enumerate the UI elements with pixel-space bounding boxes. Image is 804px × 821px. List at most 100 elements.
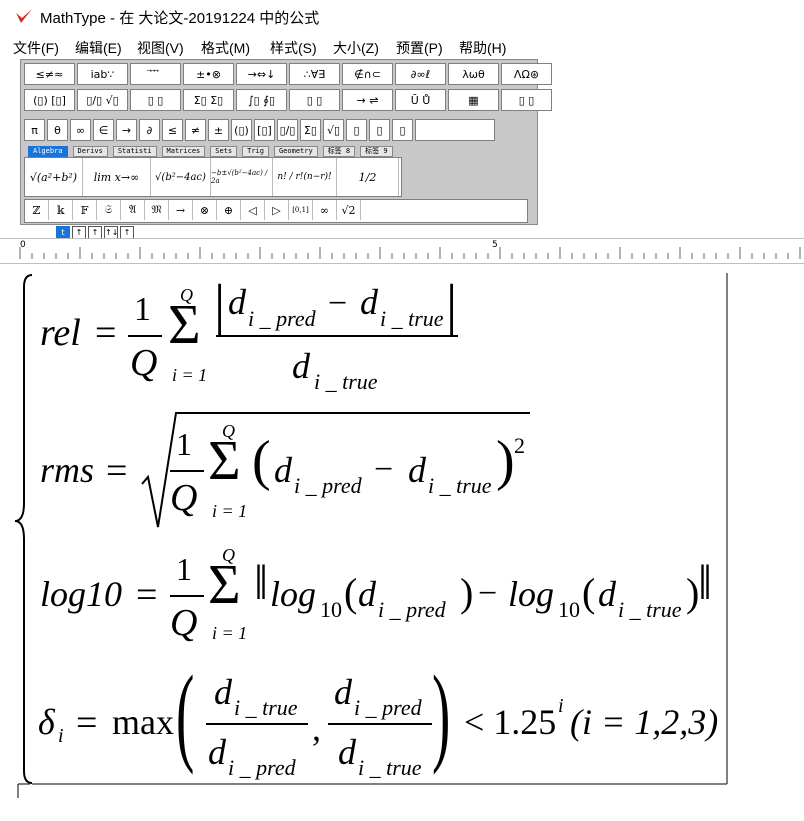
- summation-palette[interactable]: Σ▯ Σ▯: [183, 89, 234, 111]
- eq-rel-one: 1: [134, 291, 151, 328]
- eq-delta-paren-right: ): [432, 653, 451, 775]
- eq-delta-paren-left: (: [176, 653, 195, 775]
- menu-view[interactable]: 视图(V): [137, 38, 184, 58]
- symbol-leq[interactable]: ≤: [162, 119, 183, 141]
- symbol-arrow[interactable]: →: [116, 119, 137, 141]
- symbol-otimes[interactable]: ⊗: [193, 200, 217, 220]
- fences-palette[interactable]: (▯) [▯]: [24, 89, 75, 111]
- template-hypotenuse[interactable]: √(a²+b²): [25, 158, 83, 196]
- eq-rel-sub-true: i _ true: [380, 306, 444, 331]
- symbol-field[interactable]: 𝔽: [73, 200, 97, 220]
- template-subsuperscript[interactable]: ▯: [392, 119, 413, 141]
- template-limit[interactable]: lim x→∞: [83, 158, 151, 196]
- eq-log-norm-right: ‖: [698, 554, 713, 610]
- menu-file[interactable]: 文件(F): [13, 38, 59, 58]
- template-fraction[interactable]: ▯/▯: [277, 119, 298, 141]
- arrows-palette[interactable]: →⇔↓: [236, 63, 287, 85]
- bars-palette[interactable]: ▯ ▯: [289, 89, 340, 111]
- template-parens[interactable]: (▯): [231, 119, 252, 141]
- eq-rms-paren-left: (: [252, 430, 271, 492]
- symbol-k[interactable]: 𝕜: [49, 200, 73, 220]
- symbol-oplus[interactable]: ⊕: [217, 200, 241, 220]
- symbol-plusminus[interactable]: ±: [208, 119, 229, 141]
- tab-matrices[interactable]: Matrices: [161, 146, 206, 157]
- misc-palette[interactable]: ∂∞ℓ: [395, 63, 446, 85]
- symbol-pi[interactable]: π: [24, 119, 45, 141]
- operators-palette[interactable]: ±•⊗: [183, 63, 234, 85]
- eq-delta-fraction-bar-2: [328, 723, 432, 725]
- boxes-palette[interactable]: ▯ ▯: [501, 89, 552, 111]
- eq-log-paren-1-left: (: [344, 570, 358, 615]
- eq-rel-abs-left: |: [214, 274, 226, 336]
- symbol-fraktur-m[interactable]: 𝔐: [145, 200, 169, 220]
- symbol-theta[interactable]: θ: [47, 119, 68, 141]
- eq-log-d-true: d: [598, 574, 616, 614]
- eq-log-base-1: 10: [320, 597, 342, 622]
- symbol-integers[interactable]: ℤ: [25, 200, 49, 220]
- small-symbol-bar: ℤ 𝕜 𝔽 𝔖 𝔄 𝔐 → ⊗ ⊕ ◁ ▷ [0,1] ∞ √2: [24, 199, 528, 223]
- tab-label-8[interactable]: 标签 8: [322, 146, 356, 157]
- tab-sets[interactable]: Sets: [210, 146, 238, 157]
- menu-preferences[interactable]: 预置(P): [396, 38, 443, 58]
- symbol-left-triangle[interactable]: ◁: [241, 200, 265, 220]
- eq-log-minus: −: [478, 575, 498, 612]
- symbol-neq[interactable]: ≠: [185, 119, 206, 141]
- eq-rms-minus: −: [374, 451, 394, 488]
- symbol-bar: π θ ∞ ∈ → ∂ ≤ ≠ ± (▯) [▯] ▯/▯ Σ▯ √▯ ▯ ▯ …: [24, 119, 497, 141]
- template-quadratic-formula[interactable]: −b±√(b²−4ac) / 2a: [211, 158, 273, 196]
- logic-palette[interactable]: ∴∀∃: [289, 63, 340, 85]
- tab-trig[interactable]: Trig: [242, 146, 269, 157]
- template-brackets[interactable]: [▯]: [254, 119, 275, 141]
- equation-canvas[interactable]: rel = 1 Q Q Σ i = 1 | d i _ pred − d i _…: [0, 263, 804, 821]
- symbol-element-of[interactable]: ∈: [93, 119, 114, 141]
- symbol-bar-empty-slot[interactable]: [415, 119, 495, 141]
- menu-style[interactable]: 样式(S): [270, 38, 317, 58]
- template-sum[interactable]: Σ▯: [300, 119, 321, 141]
- greek-upper-palette[interactable]: ΛΩ⊛: [501, 63, 552, 85]
- symbol-fraktur-a[interactable]: 𝔄: [121, 200, 145, 220]
- template-half[interactable]: 1/2: [337, 158, 399, 196]
- template-subscript[interactable]: ▯: [369, 119, 390, 141]
- eq-rms-d-true: d: [408, 450, 426, 490]
- sets-palette[interactable]: ∉∩⊂: [342, 63, 393, 85]
- matrices-palette[interactable]: ▦: [448, 89, 499, 111]
- symbol-infinity[interactable]: ∞: [70, 119, 91, 141]
- symbol-right-triangle[interactable]: ▷: [265, 200, 289, 220]
- tab-derivs[interactable]: Derivs: [72, 146, 108, 157]
- greek-lower-palette[interactable]: λωθ: [448, 63, 499, 85]
- menu-size[interactable]: 大小(Z): [333, 38, 379, 58]
- symbol-fraktur-s[interactable]: 𝔖: [97, 200, 121, 220]
- eq-log-Q: Q: [170, 602, 198, 644]
- eq-rms-radical: [141, 412, 530, 528]
- ruler[interactable]: 0 5: [0, 238, 804, 264]
- relations-palette[interactable]: ≤≠≈: [24, 63, 75, 85]
- symbol-right-arrow[interactable]: →: [169, 200, 193, 220]
- menu-edit[interactable]: 编辑(E): [75, 38, 122, 58]
- symbol-interval[interactable]: [0,1]: [289, 200, 313, 220]
- symbol-sqrt2[interactable]: √2: [337, 200, 361, 220]
- tab-algebra[interactable]: Algebra: [28, 146, 68, 157]
- tab-statistics[interactable]: Statisti: [112, 146, 157, 157]
- eq-log-paren-1-right: ): [460, 570, 474, 615]
- labeled-arrows-palette[interactable]: → ⇌: [342, 89, 393, 111]
- template-sqrt[interactable]: √▯: [323, 119, 344, 141]
- spaces-palette[interactable]: ⅰab∵: [77, 63, 128, 85]
- products-palette[interactable]: Ū Ů: [395, 89, 446, 111]
- template-binomial[interactable]: n! / r!(n−r)!: [273, 158, 337, 196]
- integrals-palette[interactable]: ∫▯ ∮▯: [236, 89, 287, 111]
- tab-label-9[interactable]: 标签 9: [360, 146, 393, 157]
- eq-rms-sigma: Σ: [208, 430, 241, 492]
- template-discriminant[interactable]: √(b²−4ac): [151, 158, 211, 196]
- scripts-palette[interactable]: ▯ ▯: [130, 89, 181, 111]
- template-superscript[interactable]: ▯: [346, 119, 367, 141]
- symbol-partial[interactable]: ∂: [139, 119, 160, 141]
- menu-format[interactable]: 格式(M): [201, 38, 250, 58]
- eq-log-base-2: 10: [558, 597, 580, 622]
- fractions-palette[interactable]: ▯/▯ √▯: [77, 89, 128, 111]
- mathtype-logo-icon: [16, 9, 32, 23]
- menu-help[interactable]: 帮助(H): [459, 38, 506, 58]
- eq-rel-minus: −: [328, 285, 348, 322]
- symbol-infinity-2[interactable]: ∞: [313, 200, 337, 220]
- tab-geometry[interactable]: Geometry: [273, 146, 318, 157]
- embellishments-palette[interactable]: ⃗ ⃗ ⃗: [130, 63, 181, 85]
